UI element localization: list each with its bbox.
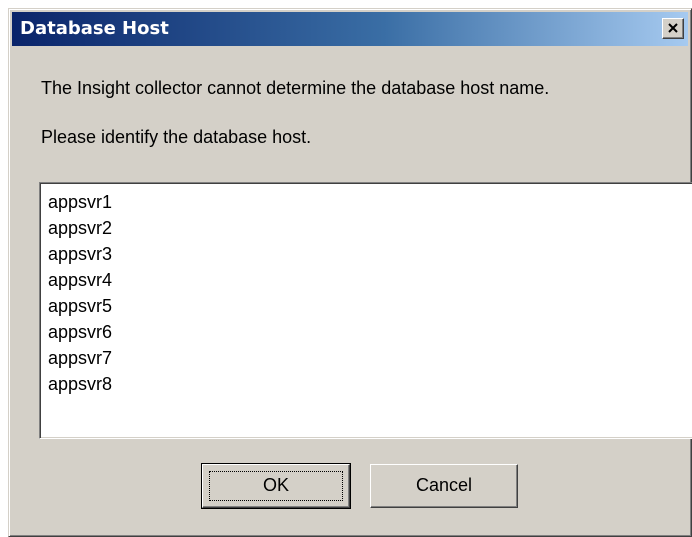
list-item[interactable]: appsvr5	[48, 293, 692, 319]
list-item[interactable]: appsvr3	[48, 241, 692, 267]
message-text: The Insight collector cannot determine t…	[41, 78, 550, 98]
instruction-text: Please identify the database host.	[41, 127, 312, 147]
ok-button[interactable]: OK	[201, 463, 351, 509]
cancel-button-label: Cancel	[415, 475, 473, 495]
cancel-button[interactable]: Cancel	[370, 464, 518, 508]
host-list: appsvr1 appsvr2 appsvr3 appsvr4 appsvr5 …	[40, 183, 692, 397]
close-button[interactable]	[662, 18, 684, 39]
ok-button-label: OK	[262, 475, 289, 495]
list-item[interactable]: appsvr6	[48, 319, 692, 345]
list-item[interactable]: appsvr1	[48, 189, 692, 215]
list-item[interactable]: appsvr7	[48, 345, 692, 371]
list-item[interactable]: appsvr8	[48, 371, 692, 397]
database-host-dialog: Database Host The Insight collector cann…	[8, 8, 692, 537]
title-bar[interactable]: Database Host	[12, 12, 688, 46]
list-item[interactable]: appsvr4	[48, 267, 692, 293]
list-item[interactable]: appsvr2	[48, 215, 692, 241]
host-listbox[interactable]: appsvr1 appsvr2 appsvr3 appsvr4 appsvr5 …	[39, 182, 692, 439]
close-icon	[668, 23, 678, 33]
dialog-title: Database Host	[20, 18, 169, 39]
